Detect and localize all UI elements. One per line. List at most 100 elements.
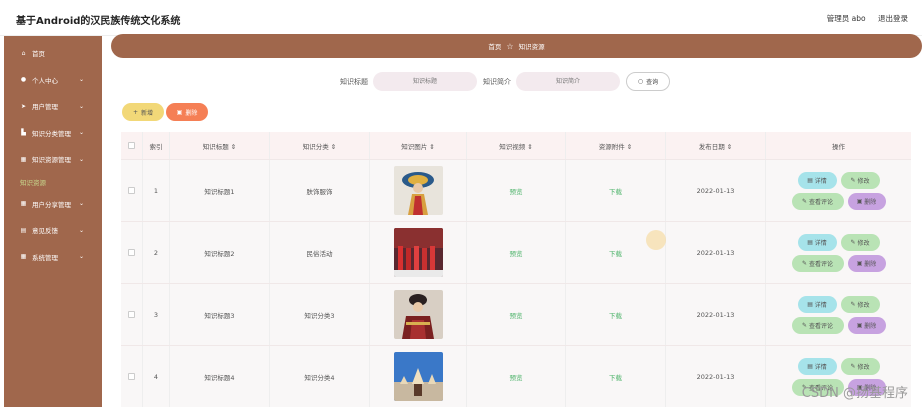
row-title: 知识标题2 — [170, 222, 270, 283]
chevron-down-icon: ⌄ — [78, 226, 84, 234]
row-date: 2022-01-13 — [666, 160, 766, 221]
sidebar-item-label: 用户管理 — [32, 103, 58, 112]
row-actions: ▤ 详情 ✎ 修改 ✎ 查看评论 ▣ 删除 — [766, 284, 911, 345]
trash-icon: ▣ — [856, 321, 865, 329]
resource-table: 索引 知识标题 ⇕ 知识分类 ⇕ 知识图片 ⇕ 知识视频 ⇕ 资源附件 ⇕ 发布… — [121, 132, 911, 407]
row-title: 知识标题4 — [170, 346, 270, 407]
sidebar-item-label: 用户分享管理 — [32, 200, 71, 209]
detail-button[interactable]: ▤ 详情 — [797, 171, 837, 189]
knowledge-image[interactable] — [393, 290, 443, 339]
edit-button[interactable]: ✎ 修改 — [840, 295, 880, 313]
header-title[interactable]: 知识标题 ⇕ — [170, 132, 270, 159]
header-video[interactable]: 知识视频 ⇕ — [467, 132, 566, 159]
row-video-link[interactable]: 预览 — [467, 222, 566, 283]
edit-button[interactable]: ✎ 修改 — [840, 233, 880, 251]
breadcrumb-current: 知识资源 — [518, 43, 545, 51]
row-image-cell — [370, 346, 467, 407]
chevron-down-icon: ⌄ — [78, 76, 84, 84]
trash-icon: ▣ — [856, 259, 865, 267]
logout-link[interactable]: 退出登录 — [878, 14, 908, 23]
home-icon: ⌂ — [21, 49, 26, 57]
row-checkbox[interactable] — [128, 187, 135, 194]
chevron-down-icon: ⌄ — [78, 102, 84, 110]
view-comments-button[interactable]: ✎ 查看评论 — [791, 192, 844, 210]
edit-button[interactable]: ✎ 修改 — [840, 357, 880, 375]
row-video-link[interactable]: 预览 — [467, 160, 566, 221]
top-bar: 基于Android的汉民族传统文化系统 管理员 abo 退出登录 — [0, 0, 922, 36]
search-button[interactable]: ○ 查询 — [626, 72, 670, 91]
row-checkbox[interactable] — [128, 373, 135, 380]
grid-icon: ▦ — [20, 253, 27, 261]
row-video-link[interactable]: 预览 — [467, 284, 566, 345]
knowledge-image[interactable] — [393, 228, 443, 277]
view-comments-button[interactable]: ✎ 查看评论 — [791, 254, 844, 272]
select-all-checkbox[interactable] — [128, 142, 135, 149]
pencil-icon: ✎ — [850, 238, 858, 246]
row-attachment-link[interactable]: 下载 — [566, 160, 666, 221]
chevron-down-icon: ⌄ — [78, 200, 84, 208]
knowledge-image[interactable] — [393, 166, 443, 215]
header-date[interactable]: 发布日期 ⇕ — [666, 132, 766, 159]
sidebar-item-label: 个人中心 — [32, 76, 58, 85]
title-search-input[interactable] — [373, 72, 477, 91]
sidebar-item-category[interactable]: ▙ 知识分类管理 ⌄ — [4, 120, 102, 147]
breadcrumb-home[interactable]: 首页 — [488, 41, 501, 51]
table-row: 3 知识标题3 知识分类3 预览 下载 2022-01-13 ▤ 详情 ✎ 修改 — [121, 283, 911, 345]
row-index: 1 — [143, 160, 170, 221]
row-checkbox[interactable] — [128, 311, 135, 318]
pencil-icon: ✎ — [802, 197, 809, 205]
header-actions: 操作 — [832, 142, 845, 151]
detail-button[interactable]: ▤ 详情 — [797, 295, 837, 313]
sidebar-item-label: 首页 — [32, 50, 45, 59]
sidebar-item-system[interactable]: ▦ 系统管理 ⌄ — [4, 244, 102, 271]
row-attachment-link[interactable]: 下载 — [566, 346, 666, 407]
detail-button[interactable]: ▤ 详情 — [797, 357, 837, 375]
edit-button[interactable]: ✎ 修改 — [840, 171, 880, 189]
sidebar-item-feedback[interactable]: ▤ 意见反馈 ⌄ — [4, 217, 102, 244]
row-attachment-link[interactable]: 下载 — [566, 284, 666, 345]
detail-button[interactable]: ▤ 详情 — [797, 233, 837, 251]
row-title: 知识标题1 — [170, 160, 270, 221]
header-category[interactable]: 知识分类 ⇕ — [270, 132, 370, 159]
app-title: 基于Android的汉民族传统文化系统 — [16, 16, 181, 27]
view-comments-button[interactable]: ✎ 查看评论 — [791, 316, 844, 334]
search-icon: ○ — [637, 78, 644, 85]
sidebar-item-home[interactable]: ⌂ 首页 — [4, 40, 102, 67]
header-attachment[interactable]: 资源附件 ⇕ — [566, 132, 666, 159]
sidebar-item-label: 知识资源管理 — [32, 156, 71, 165]
table-header: 索引 知识标题 ⇕ 知识分类 ⇕ 知识图片 ⇕ 知识视频 ⇕ 资源附件 ⇕ 发布… — [121, 132, 911, 159]
sidebar-item-profile[interactable]: ● 个人中心 ⌄ — [4, 67, 102, 94]
knowledge-image[interactable] — [393, 352, 443, 401]
add-button[interactable]: + 新增 — [122, 103, 164, 121]
intro-search-input[interactable] — [516, 72, 620, 91]
row-checkbox[interactable] — [128, 249, 135, 256]
row-image-cell — [370, 222, 467, 283]
pencil-icon: ✎ — [802, 321, 809, 329]
doc-icon: ▤ — [807, 362, 815, 370]
sidebar-item-resources-mgmt[interactable]: ▦ 知识资源管理 ⌄ — [4, 146, 102, 173]
row-category: 知识分类3 — [270, 284, 370, 345]
sidebar-item-users[interactable]: ➤ 用户管理 ⌄ — [4, 93, 102, 120]
sidebar-item-label: 意见反馈 — [32, 227, 58, 236]
chevron-down-icon: ⌄ — [78, 129, 84, 137]
trash-icon: ▣ — [176, 108, 183, 116]
row-image-cell — [370, 284, 467, 345]
header-index: 索引 — [143, 132, 170, 159]
sidebar-item-label: 知识资源 — [20, 178, 46, 187]
pencil-icon: ✎ — [850, 300, 858, 308]
sidebar: ⌂ 首页 ● 个人中心 ⌄ ➤ 用户管理 ⌄ ▙ 知识分类管理 ⌄ ▦ 知识资源… — [4, 36, 102, 407]
sidebar-item-share[interactable]: ▦ 用户分享管理 ⌄ — [4, 191, 102, 218]
grid-icon: ▦ — [20, 200, 27, 208]
sidebar-subitem-resources[interactable]: 知识资源 — [4, 173, 102, 191]
select-all-cell — [121, 132, 143, 159]
header-image[interactable]: 知识图片 ⇕ — [370, 132, 467, 159]
breadcrumb: 首页 ☆ 知识资源 — [111, 34, 922, 58]
row-video-link[interactable]: 预览 — [467, 346, 566, 407]
row-delete-button[interactable]: ▣ 删除 — [847, 254, 886, 272]
row-delete-button[interactable]: ▣ 删除 — [847, 316, 886, 334]
row-date: 2022-01-13 — [666, 284, 766, 345]
cursor-highlight — [646, 230, 666, 250]
delete-button[interactable]: ▣ 删除 — [166, 103, 208, 121]
intro-search-label: 知识简介 — [483, 77, 511, 86]
row-delete-button[interactable]: ▣ 删除 — [847, 192, 886, 210]
